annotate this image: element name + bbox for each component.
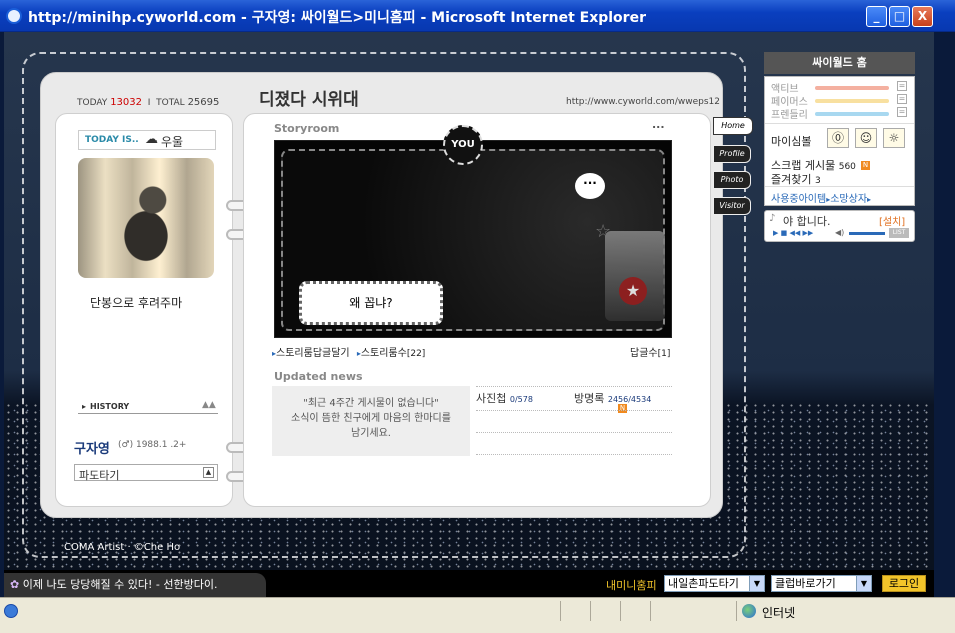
cyworld-home-header[interactable]: 싸이월드 홈	[764, 52, 915, 74]
symbol-dog-icon[interactable]: ☺	[855, 128, 877, 148]
home-url[interactable]: http://www.cyworld.com/wweps12	[566, 97, 720, 107]
stat-friendly-button[interactable]: =	[897, 107, 907, 117]
page-icon	[4, 604, 18, 618]
storyroom-more-button[interactable]: ...	[652, 118, 665, 131]
security-zone: 인터넷	[762, 606, 796, 620]
my-symbol-label: 마이심볼	[771, 135, 812, 148]
cyworld-sidebar: 싸이월드 홈 액티브 = 페이머스 = 프렌들리 = 마이심볼 ⓪ ☺ ☼ 스크…	[764, 52, 915, 242]
stat-famous-bar	[815, 99, 889, 103]
star-icon: ★	[619, 277, 647, 305]
stat-friendly-bar	[815, 112, 889, 116]
stat-active-button[interactable]: =	[897, 81, 907, 91]
page-viewport: TODAY 13032 I TOTAL 25695 디졌다 시위대 http:/…	[4, 32, 934, 597]
wish-box-link[interactable]: 소망상자	[830, 194, 867, 205]
maximize-button[interactable]: □	[889, 6, 910, 27]
player-setup-link[interactable]: [설치]	[879, 213, 905, 228]
ilchon-wave-select[interactable]: 내일촌파도타기 ▼	[664, 575, 765, 592]
chevron-down-icon: ▼	[749, 576, 764, 591]
volume-icon: ◀)	[835, 228, 845, 237]
total-count: 25695	[187, 97, 220, 108]
player-track-text: 야 합니다.	[783, 215, 831, 228]
new-badge: N	[861, 161, 870, 170]
stat-active-bar	[815, 86, 889, 90]
news-ticker[interactable]: ✿ 이제 나도 당당해질 수 있다! - 선한방다이.	[4, 573, 266, 597]
tab-photo[interactable]: Photo	[713, 171, 751, 189]
tab-home[interactable]: Home	[713, 117, 753, 135]
history-bar[interactable]: ▸ HISTORY ▲▲	[78, 400, 218, 414]
visit-counter: TODAY 13032 I TOTAL 25695	[77, 97, 220, 108]
playlist-button[interactable]: LIST	[889, 228, 909, 238]
updated-news-title: Updated news	[274, 370, 363, 383]
minimize-button[interactable]: _	[866, 6, 887, 27]
guestbook-link[interactable]: 방명록 2456/4534	[574, 390, 651, 406]
lighter-illustration: ★	[605, 231, 665, 321]
tab-visitor[interactable]: Visitor	[713, 197, 751, 215]
stat-friendly-label: 프렌들리	[771, 110, 808, 121]
dropdown-up-icon: ▲	[203, 467, 214, 478]
you-badge: YOU	[443, 125, 483, 165]
star-outline-icon: ☆	[595, 221, 612, 242]
close-button[interactable]: X	[912, 6, 933, 27]
storyroom-title: Storyroom	[274, 122, 340, 135]
reply-count[interactable]: 답글수[1]	[630, 344, 670, 359]
login-button[interactable]: 로그인	[882, 575, 926, 592]
speech-dots-bubble: ···	[575, 173, 605, 199]
music-player: ♪ 야 합니다. [설치] ▶ ■ ◀◀ ▶▶ ◀) LIST	[764, 210, 915, 242]
ie-icon	[6, 8, 22, 24]
window-title: http://minihp.cyworld.com - 구자영: 싸이월드>미니…	[28, 10, 646, 26]
my-minihompy-link[interactable]: 내미니홈피	[606, 577, 657, 593]
artist-credit: COMA Artist · ©Che Ho	[64, 542, 181, 553]
globe-icon	[742, 604, 756, 618]
symbol-sun-icon[interactable]: ☼	[883, 128, 905, 148]
chevron-down-icon: ▼	[856, 576, 871, 591]
storyroom-reply-link[interactable]: 스토리룸답글달기	[276, 348, 350, 359]
speech-bubble: 왜 꼽냐?	[299, 281, 443, 325]
flower-icon: ✿	[10, 578, 20, 591]
tab-profile[interactable]: Profile	[713, 145, 751, 163]
mood-text: 우울	[161, 135, 184, 149]
volume-slider[interactable]	[849, 232, 885, 235]
items-in-use-link[interactable]: 사용중아이템	[771, 194, 826, 205]
updated-news-empty: "최근 4주간 게시물이 없습니다" 소식이 뜸한 친구에게 마음의 한마디를 …	[272, 386, 470, 456]
sidebar-links: 사용중아이템▸소망상자▸	[771, 194, 872, 205]
wave-select[interactable]: 파도타기 ▲	[74, 464, 218, 482]
symbol-coin-icon[interactable]: ⓪	[827, 128, 849, 148]
owner-name[interactable]: 구자영	[74, 438, 110, 457]
music-note-icon: ♪	[769, 213, 776, 224]
profile-photo[interactable]	[78, 158, 214, 278]
today-count: 13032	[110, 97, 142, 108]
storyroom-links: ▸스토리룸답글달기 ▸스토리룸수[22]	[272, 348, 426, 359]
stat-famous-button[interactable]: =	[897, 94, 907, 104]
player-controls[interactable]: ▶ ■ ◀◀ ▶▶	[773, 229, 813, 237]
storyroom-image[interactable]: YOU ··· 왜 꼽냐? ★ ☆	[274, 125, 672, 338]
mood-box[interactable]: TODAY IS.. ☁ 우울	[78, 130, 216, 150]
storyroom-count-link[interactable]: 스토리룸수	[361, 348, 407, 359]
profile-panel: TODAY IS.. ☁ 우울 단봉으로 후려주마 ▸ HISTORY ▲▲ 구…	[55, 113, 233, 507]
expand-arrows-icon: ▲▲	[202, 400, 216, 410]
minihompy-book: TODAY 13032 I TOTAL 25695 디졌다 시위대 http:/…	[40, 72, 753, 518]
favorites[interactable]: 즐겨찾기 3	[771, 171, 821, 187]
status-bar: 인터넷	[0, 597, 955, 633]
owner-gender: (♂) 1988.1 .2+	[118, 440, 187, 450]
cloud-icon: ☁	[145, 132, 158, 147]
title-bar: http://minihp.cyworld.com - 구자영: 싸이월드>미니…	[0, 0, 955, 32]
main-panel: Storyroom ... YOU ··· 왜 꼽냐? ★ ☆ ▸스토리룸답글달…	[243, 113, 711, 507]
home-title: 디졌다 시위대	[259, 90, 359, 110]
club-shortcut-select[interactable]: 클럽바로가기 ▼	[771, 575, 872, 592]
new-badge: N	[618, 404, 627, 413]
photo-album-link[interactable]: 사진첩 0/578	[476, 390, 533, 406]
profile-message: 단봉으로 후려주마	[90, 296, 183, 310]
